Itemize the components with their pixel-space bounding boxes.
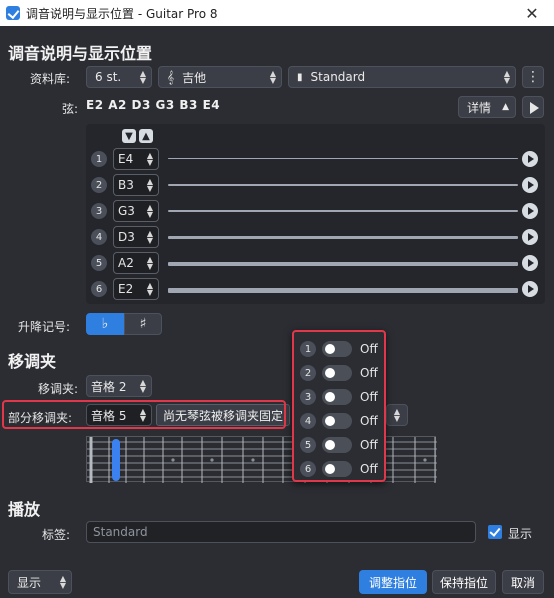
string-line <box>168 210 518 212</box>
tuning-heading: 调音说明与显示位置 <box>8 44 153 63</box>
triangle-up-icon: ▲ <box>502 102 509 112</box>
popup-highlight-frame <box>292 330 386 482</box>
string-number: 5 <box>91 255 107 271</box>
chevron-updown-icon[interactable]: ▲ ▼ <box>135 379 151 394</box>
string-note-value: A2 <box>118 256 134 270</box>
string-number: 1 <box>91 151 107 167</box>
accidental-label: 升降记号: <box>18 320 71 334</box>
keep-fingering-button[interactable]: 保持指位 <box>432 570 496 594</box>
playback-heading: 播放 <box>8 500 41 519</box>
play-string-icon[interactable] <box>522 177 538 193</box>
string-note-stepper[interactable]: G3 ▲ ▼ <box>113 200 159 222</box>
chevron-up-icon[interactable]: ▲ <box>139 129 153 143</box>
string-note-value: E4 <box>118 152 134 166</box>
library-strings-select[interactable]: 6 st. ▲ ▼ <box>86 66 152 88</box>
highlight-frame <box>2 400 286 429</box>
app-logo-icon <box>6 6 20 20</box>
library-label: 资料库: <box>30 72 71 86</box>
string-line <box>168 236 518 239</box>
chevron-updown-icon: ▲ ▼ <box>503 69 511 85</box>
guitar-icon: 𝄞 <box>167 69 175 84</box>
preset-select[interactable]: ▮ Standard ▲ ▼ <box>288 66 516 88</box>
tag-input[interactable]: Standard <box>86 521 476 543</box>
capo-stepper[interactable]: 音格 2 ▲ ▼ <box>86 375 152 397</box>
play-string-icon[interactable] <box>522 281 538 297</box>
string-number: 3 <box>91 203 107 219</box>
chevron-updown-icon[interactable]: ▲ ▼ <box>142 204 158 219</box>
string-note-stepper[interactable]: D3 ▲ ▼ <box>113 226 159 248</box>
chevron-updown-icon[interactable]: ▲ ▼ <box>142 152 158 167</box>
title-bar: 调音说明与显示位置 - Guitar Pro 8 ✕ <box>0 0 554 26</box>
partial-capo-strings-select[interactable]: ▲ ▼ <box>386 404 408 426</box>
preset-value: Standard <box>310 70 366 84</box>
strings-summary: E2 A2 D3 G3 B3 E4 <box>86 98 221 112</box>
details-button[interactable]: 详情 ▲ <box>458 96 516 118</box>
cancel-button[interactable]: 取消 <box>502 570 544 594</box>
chevron-updown-icon[interactable]: ▲ ▼ <box>142 230 158 245</box>
adjust-fingering-button[interactable]: 调整指位 <box>359 570 427 594</box>
string-line <box>168 288 518 293</box>
string-note-value: G3 <box>118 204 135 218</box>
chevron-updown-icon: ▲ ▼ <box>59 574 67 590</box>
chevron-updown-icon: ▲ ▼ <box>269 69 277 85</box>
play-tuning-button[interactable] <box>522 96 544 118</box>
chevron-updown-icon: ▲ ▼ <box>139 69 147 85</box>
show-label: 显示 <box>508 527 533 541</box>
play-string-icon[interactable] <box>522 255 538 271</box>
instrument-value: 吉他 <box>182 70 207 85</box>
capo-value: 音格 2 <box>91 379 127 394</box>
show-checkbox[interactable] <box>488 525 502 539</box>
tag-placeholder: Standard <box>93 525 148 539</box>
chevron-down-icon[interactable]: ▼ <box>122 129 136 143</box>
string-number: 6 <box>91 281 107 297</box>
string-number: 4 <box>91 229 107 245</box>
close-icon[interactable]: ✕ <box>510 0 554 26</box>
string-note-stepper[interactable]: E2 ▲ ▼ <box>113 278 159 300</box>
string-line <box>168 158 518 159</box>
more-options-icon[interactable]: ⋮ <box>522 66 544 88</box>
play-string-icon[interactable] <box>522 203 538 219</box>
capo-heading: 移调夹 <box>8 352 57 371</box>
tag-label: 标签: <box>42 528 71 542</box>
string-line <box>168 184 518 186</box>
window-title: 调音说明与显示位置 - Guitar Pro 8 <box>26 6 218 21</box>
flat-button[interactable]: ♭ <box>86 313 124 335</box>
chevron-updown-icon: ▲ ▼ <box>393 407 401 423</box>
capo-label: 移调夹: <box>38 382 79 396</box>
instrument-select[interactable]: 𝄞 吉他 ▲ ▼ <box>158 66 282 88</box>
details-button-label: 详情 <box>467 100 492 115</box>
chevron-updown-icon[interactable]: ▲ ▼ <box>142 282 158 297</box>
string-note-value: E2 <box>118 282 134 296</box>
tuning-panel: ▼ ▲ 1 E4 ▲▼ 2 B3 ▲▼ 3 G3 ▲▼ 4 D3 ▲▼ <box>86 124 545 304</box>
string-number: 2 <box>91 177 107 193</box>
string-note-stepper[interactable]: E4 ▲ ▼ <box>113 148 159 170</box>
string-note-stepper[interactable]: A2 ▲ ▼ <box>113 252 159 274</box>
string-line <box>168 262 518 266</box>
display-select[interactable]: 显示 ▲ ▼ <box>8 570 72 594</box>
string-note-value: B3 <box>118 178 134 192</box>
library-strings-value: 6 st. <box>95 70 122 84</box>
string-note-value: D3 <box>118 230 135 244</box>
strings-label: 弦: <box>62 102 79 116</box>
chevron-updown-icon[interactable]: ▲ ▼ <box>142 178 158 193</box>
play-string-icon[interactable] <box>522 229 538 245</box>
chevron-updown-icon[interactable]: ▲ ▼ <box>142 256 158 271</box>
string-note-stepper[interactable]: B3 ▲ ▼ <box>113 174 159 196</box>
display-select-label: 显示 <box>17 575 42 590</box>
sharp-button[interactable]: ♯ <box>124 313 162 335</box>
document-icon: ▮ <box>297 71 303 83</box>
play-string-icon[interactable] <box>522 151 538 167</box>
